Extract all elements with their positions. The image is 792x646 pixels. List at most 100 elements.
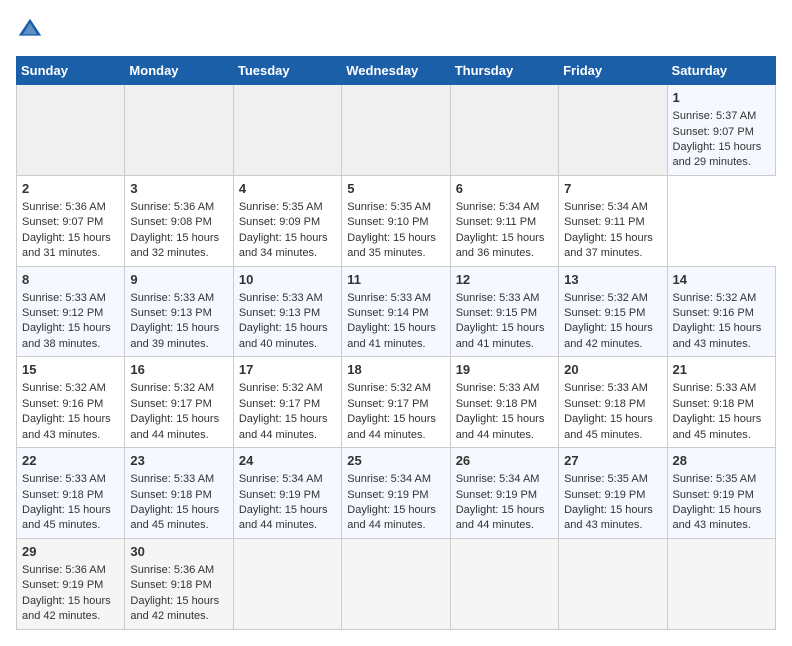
sunrise-text: Sunrise: 5:35 AM	[673, 473, 757, 485]
sunset-text: Sunset: 9:19 PM	[456, 489, 537, 501]
sunrise-text: Sunrise: 5:32 AM	[564, 292, 648, 304]
daylight-text: Daylight: 15 hours and 35 minutes.	[347, 232, 436, 259]
sunrise-text: Sunrise: 5:35 AM	[347, 201, 431, 213]
sunset-text: Sunset: 9:14 PM	[347, 307, 428, 319]
calendar-cell: 26Sunrise: 5:34 AMSunset: 9:19 PMDayligh…	[450, 448, 558, 539]
sunrise-text: Sunrise: 5:34 AM	[347, 473, 431, 485]
sunrise-text: Sunrise: 5:33 AM	[22, 473, 106, 485]
weekday-header-row: SundayMondayTuesdayWednesdayThursdayFrid…	[17, 57, 776, 85]
day-number: 13	[564, 271, 661, 289]
calendar-cell	[667, 538, 775, 629]
sunrise-text: Sunrise: 5:33 AM	[456, 382, 540, 394]
day-number: 28	[673, 452, 770, 470]
weekday-header-thursday: Thursday	[450, 57, 558, 85]
calendar-table: SundayMondayTuesdayWednesdayThursdayFrid…	[16, 56, 776, 630]
day-number: 5	[347, 180, 444, 198]
day-number: 1	[673, 89, 770, 107]
calendar-cell	[233, 538, 341, 629]
sunset-text: Sunset: 9:17 PM	[130, 398, 211, 410]
calendar-cell: 30 Sunrise: 5:36 AM Sunset: 9:18 PM Dayligh…	[125, 538, 233, 629]
daylight-text: Daylight: 15 hours and 37 minutes.	[564, 232, 653, 259]
daylight-text: Daylight: 15 hours and 45 minutes.	[564, 413, 653, 440]
day-number: 2	[22, 180, 119, 198]
daylight-text: Daylight: 15 hours and 36 minutes.	[456, 232, 545, 259]
daylight-text: Daylight: 15 hours and 34 minutes.	[239, 232, 328, 259]
calendar-cell: 2Sunrise: 5:36 AMSunset: 9:07 PMDaylight…	[17, 175, 125, 266]
sunset-text: Sunset: 9:19 PM	[347, 489, 428, 501]
daylight-text: Daylight: 15 hours and 42 minutes.	[564, 322, 653, 349]
sunrise-text: Sunrise: 5:36 AM	[130, 564, 214, 576]
sunset-text: Sunset: 9:07 PM	[673, 126, 754, 138]
daylight-text: Daylight: 15 hours and 39 minutes.	[130, 322, 219, 349]
sunset-text: Sunset: 9:13 PM	[130, 307, 211, 319]
day-number: 21	[673, 361, 770, 379]
sunrise-text: Sunrise: 5:36 AM	[130, 201, 214, 213]
day-number: 7	[564, 180, 661, 198]
day-number: 18	[347, 361, 444, 379]
calendar-cell: 20Sunrise: 5:33 AMSunset: 9:18 PMDayligh…	[559, 357, 667, 448]
day-number: 20	[564, 361, 661, 379]
day-number: 9	[130, 271, 227, 289]
sunset-text: Sunset: 9:13 PM	[239, 307, 320, 319]
week-row-4: 22 Sunrise: 5:33 AM Sunset: 9:18 PM Dayligh…	[17, 448, 776, 539]
sunrise-text: Sunrise: 5:35 AM	[239, 201, 323, 213]
sunset-text: Sunset: 9:07 PM	[22, 216, 103, 228]
calendar-cell: 17Sunrise: 5:32 AMSunset: 9:17 PMDayligh…	[233, 357, 341, 448]
sunset-text: Sunset: 9:12 PM	[22, 307, 103, 319]
calendar-cell: 1 Sunrise: 5:37 AM Sunset: 9:07 PM Daylight…	[667, 85, 775, 176]
day-number: 3	[130, 180, 227, 198]
weekday-header-monday: Monday	[125, 57, 233, 85]
sunset-text: Sunset: 9:15 PM	[564, 307, 645, 319]
sunrise-text: Sunrise: 5:36 AM	[22, 564, 106, 576]
day-number: 22	[22, 452, 119, 470]
sunrise-text: Sunrise: 5:32 AM	[347, 382, 431, 394]
day-number: 17	[239, 361, 336, 379]
calendar-cell: 24Sunrise: 5:34 AMSunset: 9:19 PMDayligh…	[233, 448, 341, 539]
weekday-header-sunday: Sunday	[17, 57, 125, 85]
sunrise-text: Sunrise: 5:34 AM	[564, 201, 648, 213]
daylight-text: Daylight: 15 hours and 42 minutes.	[130, 595, 219, 622]
day-number: 24	[239, 452, 336, 470]
calendar-cell	[559, 538, 667, 629]
sunset-text: Sunset: 9:16 PM	[22, 398, 103, 410]
calendar-cell: 18Sunrise: 5:32 AMSunset: 9:17 PMDayligh…	[342, 357, 450, 448]
sunset-text: Sunset: 9:16 PM	[673, 307, 754, 319]
daylight-text: Daylight: 15 hours and 29 minutes.	[673, 141, 762, 168]
sunrise-text: Sunrise: 5:37 AM	[673, 110, 757, 122]
calendar-cell	[559, 85, 667, 176]
sunset-text: Sunset: 9:19 PM	[22, 579, 103, 591]
sunset-text: Sunset: 9:09 PM	[239, 216, 320, 228]
calendar-cell: 11Sunrise: 5:33 AMSunset: 9:14 PMDayligh…	[342, 266, 450, 357]
week-row-2: 8Sunrise: 5:33 AMSunset: 9:12 PMDaylight…	[17, 266, 776, 357]
day-number: 23	[130, 452, 227, 470]
sunrise-text: Sunrise: 5:32 AM	[130, 382, 214, 394]
day-number: 11	[347, 271, 444, 289]
daylight-text: Daylight: 15 hours and 44 minutes.	[456, 413, 545, 440]
sunset-text: Sunset: 9:15 PM	[456, 307, 537, 319]
day-number: 15	[22, 361, 119, 379]
sunrise-text: Sunrise: 5:36 AM	[22, 201, 106, 213]
sunrise-text: Sunrise: 5:33 AM	[673, 382, 757, 394]
daylight-text: Daylight: 15 hours and 45 minutes.	[130, 504, 219, 531]
day-number: 27	[564, 452, 661, 470]
sunrise-text: Sunrise: 5:33 AM	[239, 292, 323, 304]
sunset-text: Sunset: 9:18 PM	[22, 489, 103, 501]
day-number: 6	[456, 180, 553, 198]
daylight-text: Daylight: 15 hours and 43 minutes.	[673, 322, 762, 349]
sunrise-text: Sunrise: 5:33 AM	[22, 292, 106, 304]
week-row-5: 29Sunrise: 5:36 AMSunset: 9:19 PMDayligh…	[17, 538, 776, 629]
daylight-text: Daylight: 15 hours and 44 minutes.	[456, 504, 545, 531]
calendar-cell	[342, 538, 450, 629]
sunset-text: Sunset: 9:19 PM	[564, 489, 645, 501]
sunset-text: Sunset: 9:18 PM	[130, 579, 211, 591]
week-row-3: 15 Sunrise: 5:32 AM Sunset: 9:16 PM Dayligh…	[17, 357, 776, 448]
sunset-text: Sunset: 9:19 PM	[239, 489, 320, 501]
calendar-cell: 13 Sunrise: 5:32 AM Sunset: 9:15 PM Dayligh…	[559, 266, 667, 357]
daylight-text: Daylight: 15 hours and 45 minutes.	[22, 504, 111, 531]
daylight-text: Daylight: 15 hours and 42 minutes.	[22, 595, 111, 622]
sunset-text: Sunset: 9:18 PM	[130, 489, 211, 501]
day-number: 12	[456, 271, 553, 289]
weekday-header-tuesday: Tuesday	[233, 57, 341, 85]
calendar-cell: 9Sunrise: 5:33 AMSunset: 9:13 PMDaylight…	[125, 266, 233, 357]
day-number: 30	[130, 543, 227, 561]
